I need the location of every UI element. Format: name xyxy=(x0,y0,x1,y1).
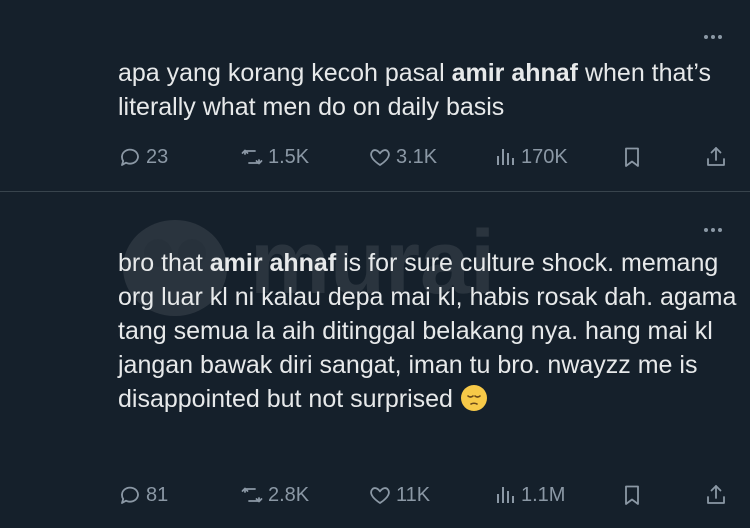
more-dots-icon xyxy=(704,35,708,39)
bookmark-button[interactable] xyxy=(620,480,648,510)
repost-button[interactable]: 2.8K xyxy=(240,480,309,510)
bookmark-button[interactable] xyxy=(620,142,648,172)
more-options-button[interactable] xyxy=(698,30,728,44)
share-button[interactable] xyxy=(704,480,732,510)
share-icon xyxy=(707,147,725,166)
tweet[interactable]: murai bro that amir ahnaf is for sure cu… xyxy=(0,193,750,528)
reply-button[interactable]: 81 xyxy=(118,480,168,510)
tweet-text-part: apa yang korang kecoh pasal xyxy=(118,59,452,87)
repost-arrows-icon xyxy=(241,487,263,503)
like-count: 3.1K xyxy=(396,145,438,168)
repost-count: 1.5K xyxy=(268,145,310,168)
tweet-text: bro that amir ahnaf is for sure culture … xyxy=(118,246,738,416)
more-dots-icon xyxy=(704,228,708,232)
bar-chart-icon xyxy=(497,487,514,503)
divider xyxy=(0,191,750,192)
bookmark-icon xyxy=(625,485,639,505)
repost-count: 2.8K xyxy=(268,483,310,506)
like-button[interactable]: 3.1K xyxy=(368,142,437,172)
tweet-actions: 81 2.8K 11K 1.1M xyxy=(118,480,730,510)
tweet-text-bold: amir ahnaf xyxy=(451,59,579,87)
more-options-button[interactable] xyxy=(698,223,728,237)
view-count: 1.1M xyxy=(521,483,566,506)
tweet-text-bold: amir ahnaf xyxy=(209,249,337,277)
share-icon xyxy=(707,485,725,504)
pensive-face-emoji xyxy=(460,385,487,411)
bookmark-icon xyxy=(625,147,639,167)
heart-icon xyxy=(370,487,390,504)
view-count: 170K xyxy=(521,145,568,168)
speech-bubble-icon xyxy=(121,486,139,504)
speech-bubble-icon xyxy=(121,148,139,166)
reply-button[interactable]: 23 xyxy=(118,142,168,172)
like-button[interactable]: 11K xyxy=(368,480,430,510)
heart-icon xyxy=(370,149,390,166)
tweet-text-part: bro that xyxy=(118,249,210,277)
tweet-actions: 23 1.5K 3.1K 170K xyxy=(118,142,730,172)
reply-count: 23 xyxy=(146,145,169,168)
like-count: 11K xyxy=(396,483,431,506)
views-button[interactable]: 170K xyxy=(493,142,568,172)
repost-button[interactable]: 1.5K xyxy=(240,142,309,172)
views-button[interactable]: 1.1M xyxy=(493,480,565,510)
reply-count: 81 xyxy=(146,483,169,506)
share-button[interactable] xyxy=(704,142,732,172)
tweet-text: apa yang korang kecoh pasal amir ahnaf w… xyxy=(118,56,738,124)
repost-arrows-icon xyxy=(241,149,263,165)
tweet[interactable]: apa yang korang kecoh pasal amir ahnaf w… xyxy=(0,0,750,192)
bar-chart-icon xyxy=(497,149,514,165)
